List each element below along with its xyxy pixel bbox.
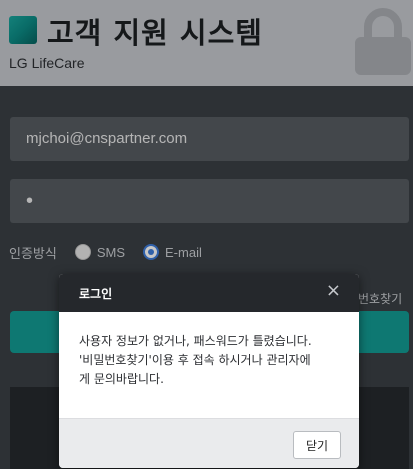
dialog-message-line: '비밀번호찾기'이용 후 접속 하시거나 관리자에 [79, 353, 311, 367]
dialog-message-line: 사용자 정보가 없거나, 패스워드가 틀렸습니다. [79, 334, 312, 348]
dialog-header: 로그인 × [59, 274, 359, 312]
dialog-message-line: 게 문의바랍니다. [79, 372, 164, 386]
dialog-body: 사용자 정보가 없거나, 패스워드가 틀렸습니다. '비밀번호찾기'이용 후 접… [59, 312, 359, 418]
close-icon[interactable]: × [326, 282, 341, 300]
login-error-dialog: 로그인 × 사용자 정보가 없거나, 패스워드가 틀렸습니다. '비밀번호찾기'… [59, 274, 359, 468]
dialog-title: 로그인 [79, 287, 113, 301]
close-button[interactable]: 닫기 [293, 431, 341, 459]
dialog-footer: 닫기 [59, 418, 359, 468]
